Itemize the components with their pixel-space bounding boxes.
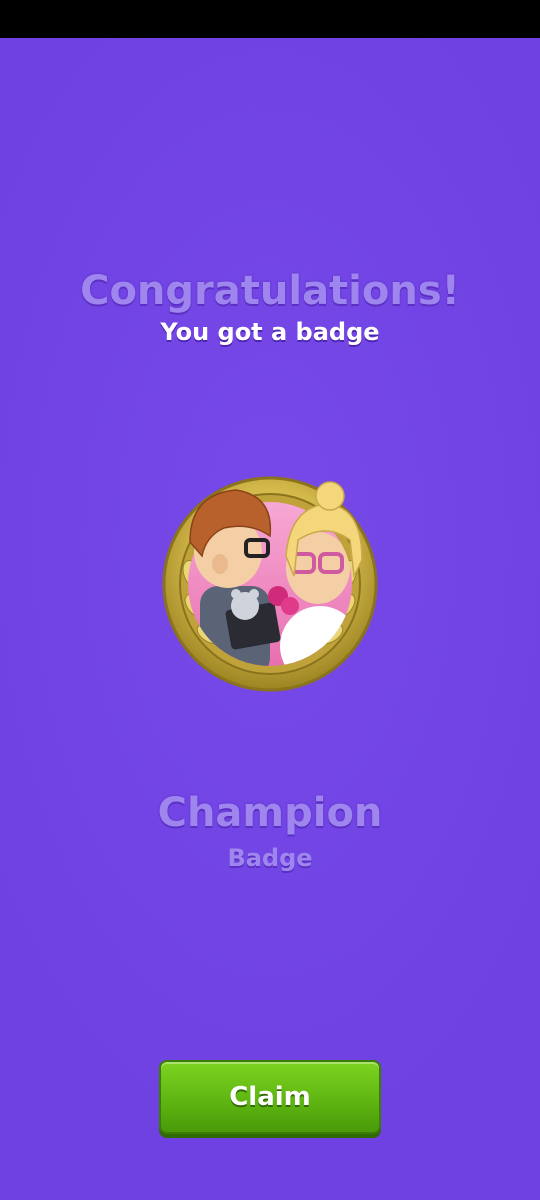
status-bar bbox=[0, 0, 540, 38]
badge-name: Champion bbox=[157, 790, 383, 836]
reward-subtitle: You got a badge bbox=[160, 318, 380, 346]
congratulations-title: Congratulations! bbox=[80, 268, 460, 314]
reward-screen: Congratulations! You got a badge Champio… bbox=[0, 38, 540, 1200]
claim-button-label: Claim bbox=[229, 1082, 311, 1112]
badge-type-label: Badge bbox=[227, 844, 313, 872]
couple-medal-icon bbox=[150, 456, 390, 696]
claim-button[interactable]: Claim bbox=[159, 1060, 381, 1134]
